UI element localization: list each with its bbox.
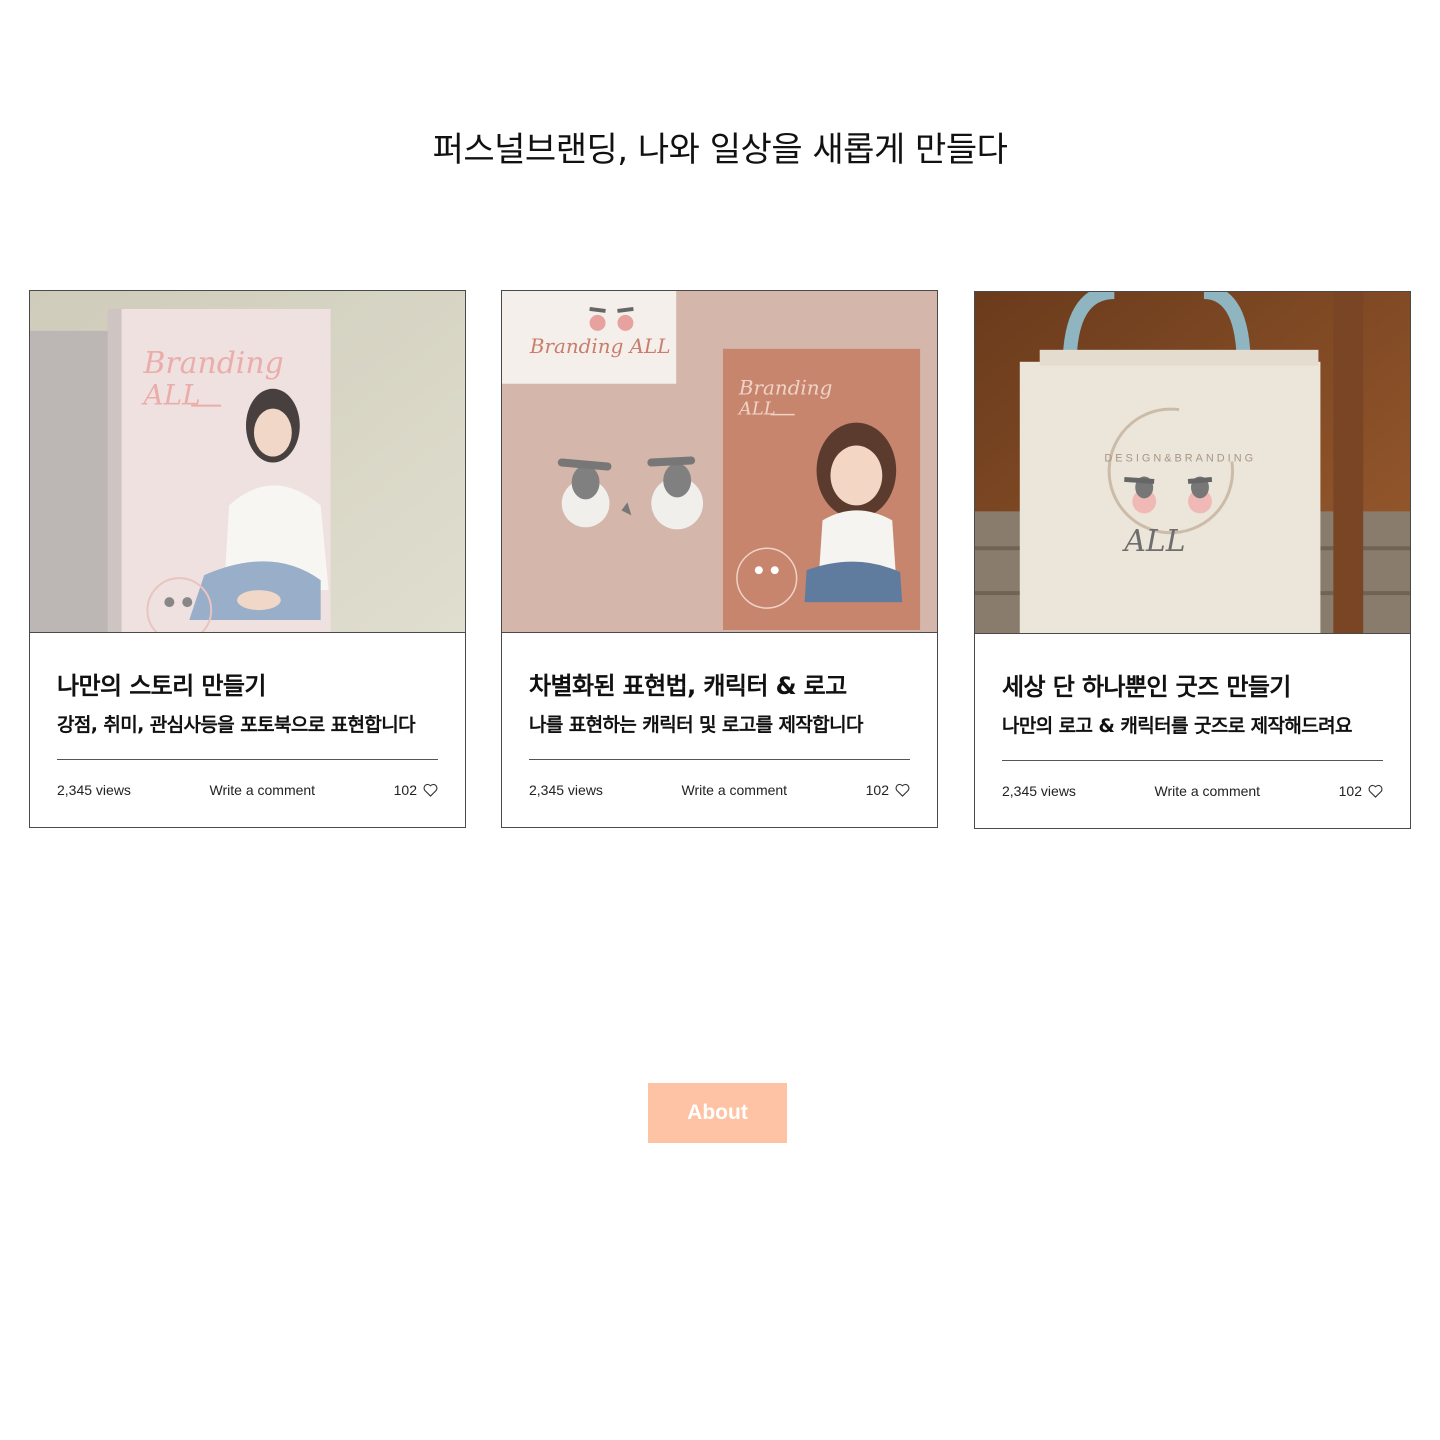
likes-count: 102: [393, 782, 417, 798]
views-count: 2,345 views: [1002, 783, 1076, 799]
write-comment-link[interactable]: Write a comment: [210, 782, 316, 798]
likes[interactable]: 102: [394, 782, 438, 798]
card-subtitle: 나만의 로고 & 캐릭터를 굿즈로 제작해드려요: [1002, 715, 1352, 737]
heart-icon[interactable]: [1368, 784, 1383, 798]
svg-text:Branding: Branding: [738, 377, 832, 400]
divider: [57, 759, 438, 760]
write-comment-link[interactable]: Write a comment: [1155, 783, 1261, 799]
svg-text:ALL: ALL: [737, 399, 776, 420]
page-title: 퍼스널브랜딩, 나와 일상을 새롭게 만들다: [432, 130, 1008, 170]
photobook-image[interactable]: Branding ALL: [30, 291, 465, 633]
logo-text: ALL: [1121, 524, 1185, 559]
likes[interactable]: 102: [866, 782, 910, 798]
character-logo-image[interactable]: Branding ALL Branding ALL: [502, 291, 937, 633]
views-count: 2,345 views: [57, 782, 131, 798]
about-button[interactable]: About: [648, 1083, 787, 1143]
card-story[interactable]: Branding ALL 나만의 스토리 만들기 강점, 취미, 관심사등을 포…: [29, 290, 466, 828]
card-meta: 2,345 views Write a comment 102: [529, 782, 910, 798]
card-text: Branding ALL: [529, 335, 671, 358]
views-count: 2,345 views: [529, 782, 603, 798]
heart-icon[interactable]: [423, 783, 438, 797]
likes[interactable]: 102: [1339, 783, 1383, 799]
card-meta: 2,345 views Write a comment 102: [1002, 783, 1383, 799]
likes-count: 102: [865, 782, 889, 798]
likes-count: 102: [1338, 783, 1362, 799]
divider: [529, 759, 910, 760]
card-character-logo[interactable]: Branding ALL Branding ALL 차별화된 표현법, 캐릭터 …: [501, 290, 938, 828]
card-goods[interactable]: DESIGN&BRANDING ALL 세상 단 하나뿐인 굿즈 만들기 나만의…: [974, 291, 1411, 829]
card-title[interactable]: 차별화된 표현법, 캐릭터 & 로고: [529, 669, 910, 703]
card-title[interactable]: 세상 단 하나뿐인 굿즈 만들기: [1002, 670, 1383, 704]
write-comment-link[interactable]: Write a comment: [682, 782, 788, 798]
card-meta: 2,345 views Write a comment 102: [57, 782, 438, 798]
heart-icon[interactable]: [895, 783, 910, 797]
ring-text: DESIGN&BRANDING: [1104, 452, 1256, 464]
card-subtitle: 나를 표현하는 캐릭터 및 로고를 제작합니다: [529, 714, 864, 736]
divider: [1002, 760, 1383, 761]
card-title[interactable]: 나만의 스토리 만들기: [57, 669, 438, 703]
tote-bag-image[interactable]: DESIGN&BRANDING ALL: [975, 292, 1410, 634]
card-subtitle: 강점, 취미, 관심사등을 포토북으로 표현합니다: [57, 714, 416, 736]
